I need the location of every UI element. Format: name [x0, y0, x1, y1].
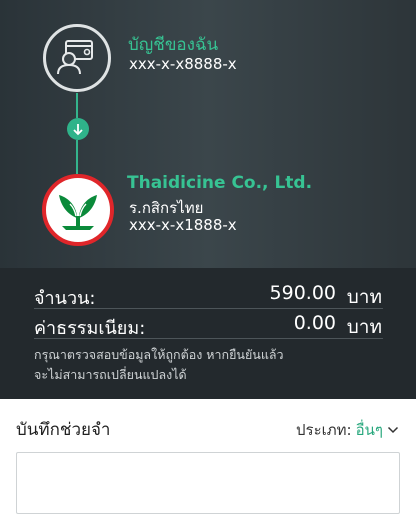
account-card-user-icon [57, 40, 93, 75]
memo-type-value: อื่นๆ [355, 421, 383, 439]
bank-logo [42, 174, 114, 246]
memo-label: บันทึกช่วยจำ [16, 420, 111, 440]
memo-type-selector[interactable]: ประเภท: อื่นๆ [296, 418, 399, 442]
from-account-name: บัญชีของฉัน [128, 35, 219, 55]
account-avatar [43, 24, 111, 92]
fee-value: 0.00 [293, 312, 336, 334]
connector-line-bottom [76, 140, 78, 174]
recipient-account-number: xxx-x-x1888-x [129, 216, 237, 234]
summary-divider-2 [34, 338, 383, 339]
arrow-down-icon [73, 124, 83, 136]
connector-line-top [76, 93, 78, 118]
amount-value: 590.00 [269, 282, 336, 304]
confirm-note-line1: กรุณาตรวจสอบข้อมูลให้ถูกต้อง หากยืนยันแล… [34, 347, 284, 362]
memo-input[interactable] [16, 452, 400, 514]
recipient-name: Thaidicine Co., Ltd. [127, 173, 313, 193]
summary-divider-1 [34, 308, 383, 309]
from-account-number: xxx-x-x8888-x [129, 55, 237, 73]
kasikorn-bank-logo [59, 195, 97, 230]
confirm-note-line2: จะไม่สามารถเปลี่ยนแปลงได้ [34, 367, 187, 382]
transfer-direction [67, 118, 89, 140]
memo-type-label: ประเภท: [296, 421, 352, 439]
chevron-down-icon [387, 426, 398, 434]
